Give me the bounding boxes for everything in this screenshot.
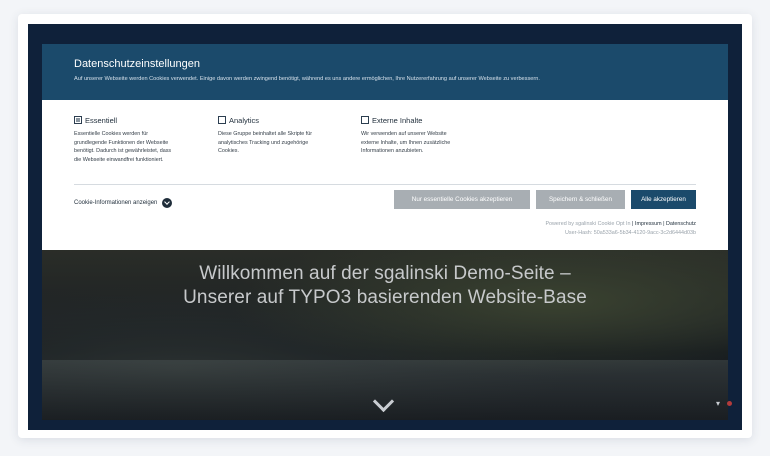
- essential-description-line: die Webseite einwandfrei funktioniert.: [74, 156, 164, 163]
- user-hash: User-Hash: 50a533a6-5b34-4120-9acc-3c2d6…: [565, 230, 696, 236]
- cookie-group-essential-header[interactable]: Essentiell: [74, 114, 171, 126]
- chevron-down-circle-icon: [162, 198, 173, 208]
- hero-title-line-1: Willkommen auf der sgalinski Demo-Seite …: [199, 263, 571, 284]
- cookie-consent-modal: Datenschutzeinstellungen Auf unserer Web…: [42, 44, 728, 250]
- external-description-line: Informationen anzubieten.: [361, 148, 424, 155]
- hero-water: [42, 360, 728, 420]
- website-viewport: Willkommen auf der sgalinski Demo-Seite …: [28, 24, 742, 430]
- cookie-group-external-header[interactable]: Externe Inhalte: [361, 114, 450, 126]
- external-label: Externe Inhalte: [372, 115, 423, 125]
- privacy-link[interactable]: Datenschutz: [666, 221, 696, 227]
- modal-title: Datenschutzeinstellungen: [74, 58, 200, 70]
- analytics-description: Diese Gruppe beinhaltet alle Skripte für…: [218, 130, 312, 156]
- essential-description-line: benötigt. Dadurch ist gewährleistet, das…: [74, 148, 172, 155]
- cookie-group-external: Externe Inhalte Wir verwenden auf unsere…: [361, 114, 450, 156]
- essential-description: Essentielle Cookies werden für grundlege…: [74, 130, 171, 164]
- cookie-group-analytics: Analytics Diese Gruppe beinhaltet alle S…: [218, 114, 312, 156]
- powered-by-text: Powered by sgalinski Cookie Opt In: [545, 221, 631, 227]
- save-close-button[interactable]: Speichern & schließen: [536, 190, 625, 209]
- analytics-description-line: analytisches Tracking und zugehörige: [218, 139, 309, 146]
- recording-dot-icon: [727, 401, 732, 406]
- cookie-group-analytics-header[interactable]: Analytics: [218, 114, 312, 126]
- cookie-group-essential: Essentiell Essentielle Cookies werden fü…: [74, 114, 171, 164]
- external-checkbox[interactable]: [361, 116, 369, 124]
- essential-only-button[interactable]: Nur essentielle Cookies akzeptieren: [394, 190, 530, 209]
- accept-all-button[interactable]: Alle akzeptieren: [631, 190, 696, 209]
- essential-description-line: grundlegende Funktionen der Webseite: [74, 139, 169, 146]
- hero-title-line-2: Unserer auf TYPO3 basierenden Website-Ba…: [183, 287, 587, 308]
- essential-checkbox[interactable]: [74, 116, 82, 124]
- separator: |: [632, 221, 634, 227]
- slider-indicator-icon: ▾: [715, 399, 720, 408]
- external-description-line: Wir verwenden auf unserer Website: [361, 131, 447, 137]
- modal-description: Auf unserer Webseite werden Cookies verw…: [74, 76, 540, 82]
- external-description-line: externe Inhalte, um Ihnen zusätzliche: [361, 139, 451, 146]
- imprint-link[interactable]: Impressum: [635, 221, 662, 227]
- modal-header: Datenschutzeinstellungen Auf unserer Web…: [42, 44, 728, 100]
- analytics-label: Analytics: [229, 115, 260, 125]
- cookie-info-label: Cookie-Informationen anzeigen: [74, 200, 158, 206]
- essential-description-line: Essentielle Cookies werden für: [74, 131, 149, 137]
- analytics-checkbox[interactable]: [218, 116, 226, 124]
- essential-label: Essentiell: [85, 115, 118, 125]
- analytics-description-line: Cookies.: [218, 148, 239, 155]
- cookie-info-toggle[interactable]: Cookie-Informationen anzeigen: [74, 198, 173, 208]
- external-description: Wir verwenden auf unserer Website extern…: [361, 130, 450, 156]
- modal-divider: [74, 184, 696, 185]
- separator: |: [663, 221, 665, 227]
- analytics-description-line: Diese Gruppe beinhaltet alle Skripte für: [218, 131, 313, 137]
- hero-title: Willkommen auf der sgalinski Demo-Seite …: [28, 262, 742, 310]
- powered-by-line: Powered by sgalinski Cookie Opt In | Imp…: [545, 220, 696, 229]
